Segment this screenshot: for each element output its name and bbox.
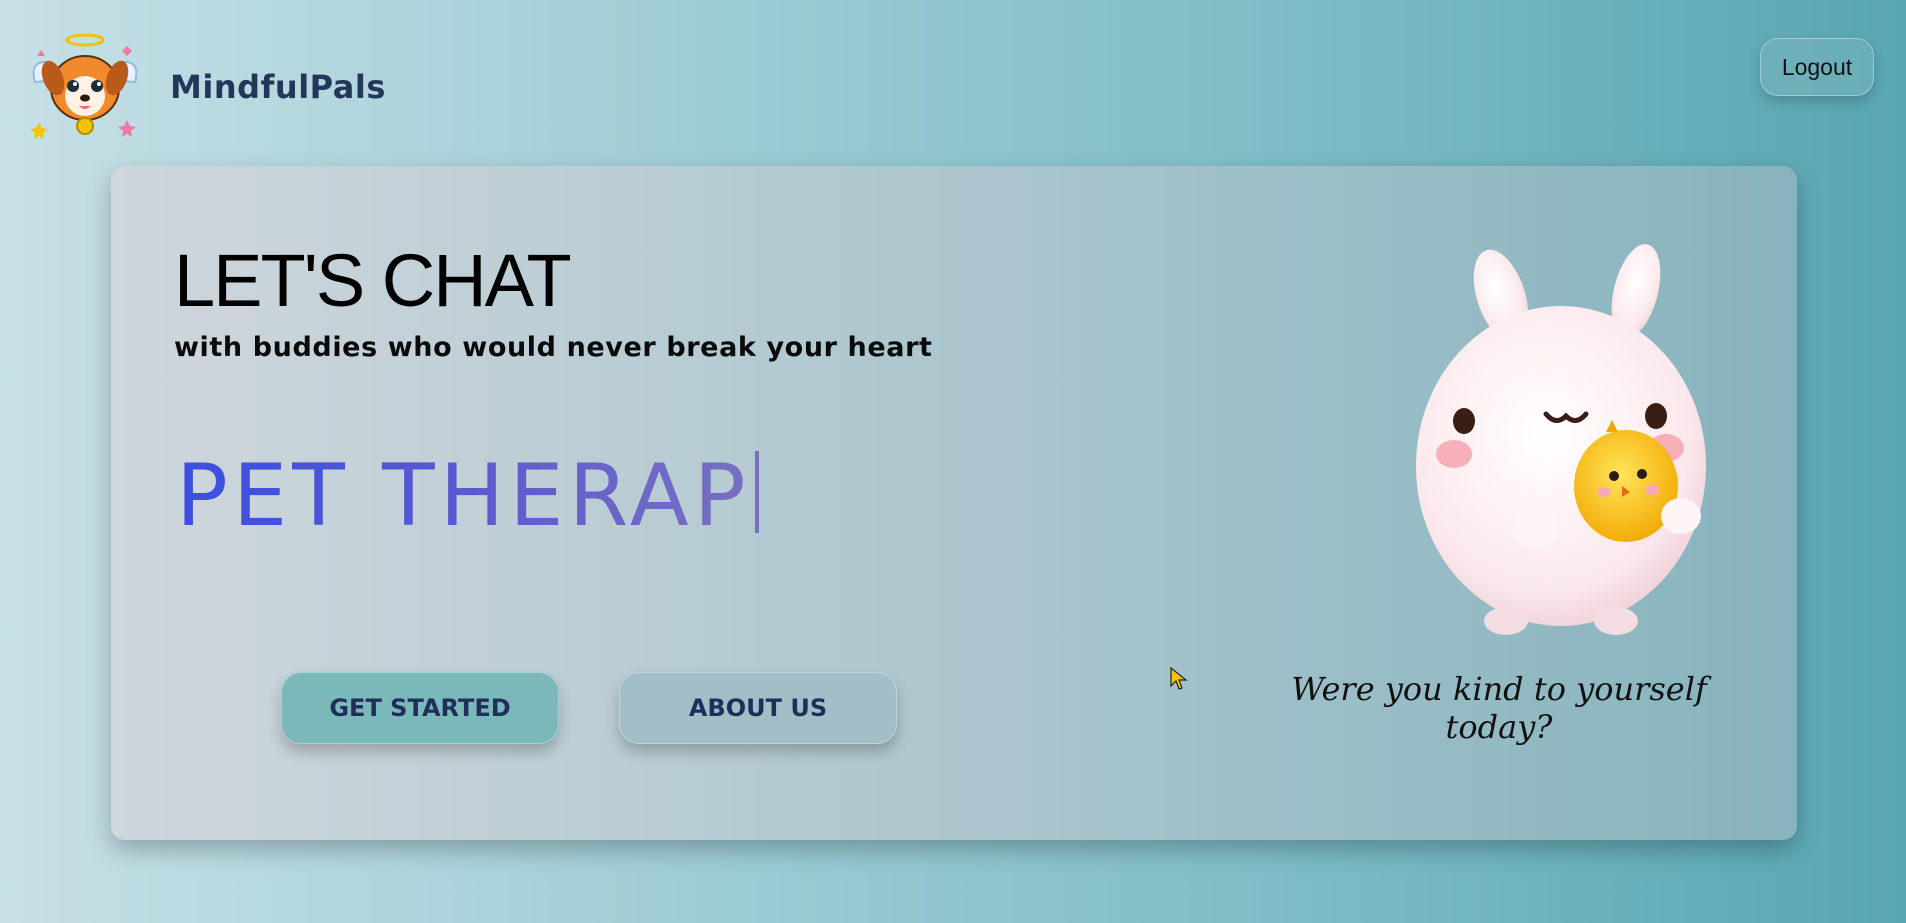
- mouse-pointer-icon: [1170, 667, 1188, 690]
- brand-name[interactable]: MindfulPals: [170, 68, 386, 106]
- get-started-button[interactable]: GET STARTED: [281, 672, 559, 744]
- self-kindness-quote: Were you kind to yourself today?: [1291, 670, 1707, 746]
- hero-subheadline: with buddies who would never break your …: [174, 332, 933, 363]
- typewriter-content: PET THERAP: [176, 446, 751, 546]
- bunny-mascot-icon: [1416, 244, 1706, 635]
- logout-button[interactable]: Logout: [1760, 38, 1874, 96]
- hero-headline: LET'S CHAT: [174, 239, 572, 322]
- about-us-button[interactable]: ABOUT US: [619, 672, 897, 744]
- typewriter-text: PET THERAP: [176, 446, 759, 546]
- typing-caret: [754, 451, 759, 533]
- logo-icon[interactable]: [27, 30, 143, 140]
- hero-card: LET'S CHAT with buddies who would never …: [111, 166, 1797, 840]
